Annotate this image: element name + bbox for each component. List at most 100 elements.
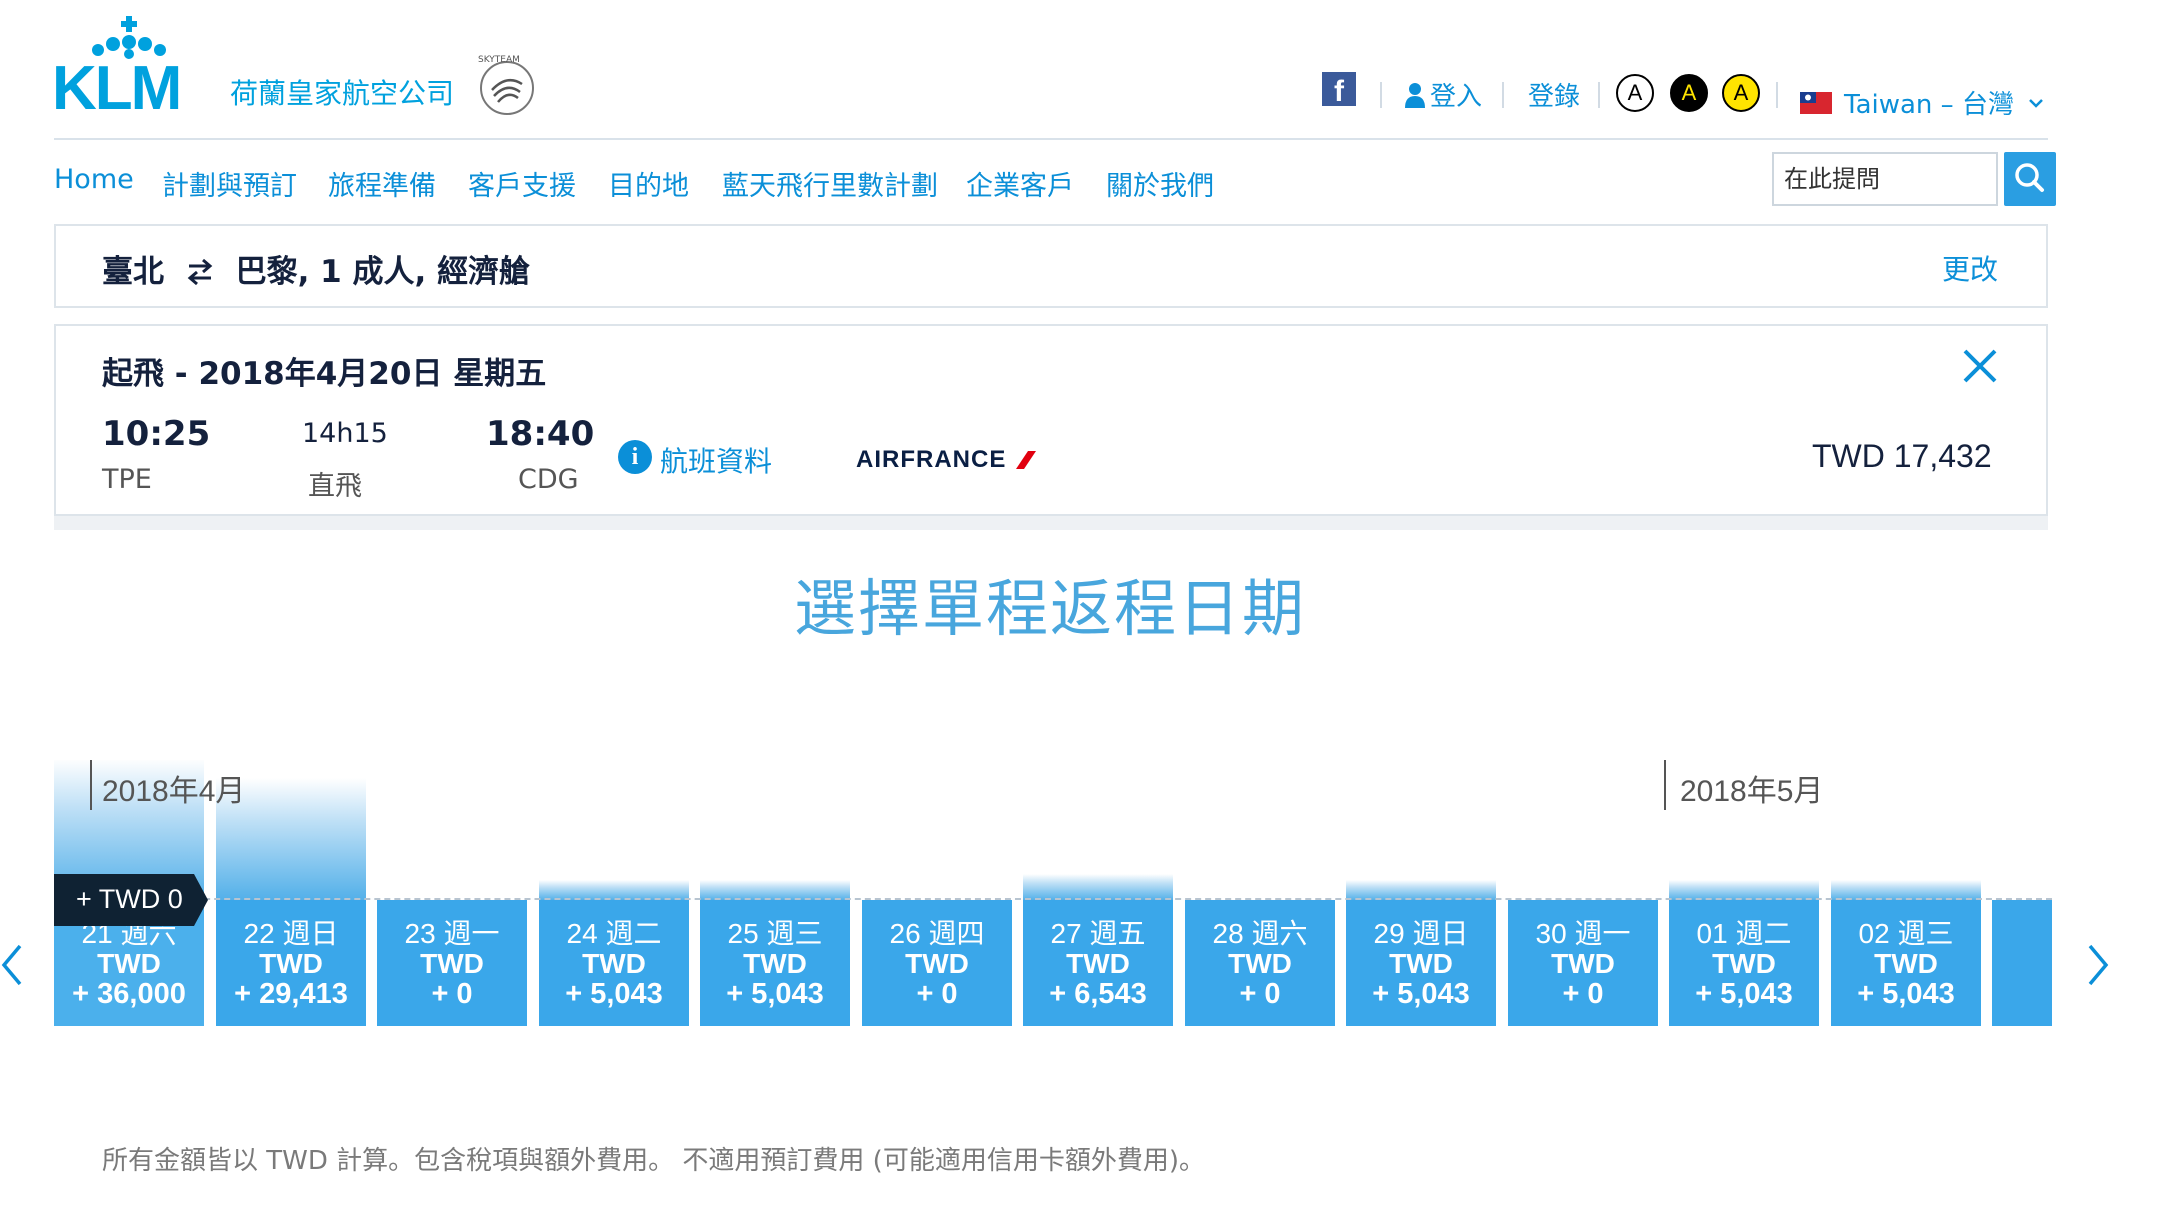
date-column[interactable]: 27 週五 TWD + 6,543 (1023, 760, 1173, 1028)
date-cell[interactable]: 23 週一 TWD + 0 (377, 900, 527, 1026)
nav-item-support[interactable]: 客戶支援 (468, 164, 576, 203)
skyteam-logo-icon: SKYTEAM (478, 55, 534, 115)
nav-item-plan-book[interactable]: 計劃與預訂 (162, 164, 297, 203)
date-column[interactable]: 28 週六 TWD + 0 (1185, 760, 1335, 1028)
date-cell[interactable]: 02 週三 TWD + 5,043 (1831, 900, 1981, 1026)
nav-item-home[interactable]: Home (54, 164, 134, 195)
flight-duration: 14h15 (302, 418, 388, 449)
flight-title: 起飛 - 2018年4月20日 星期五 (102, 356, 547, 392)
price-bar (1831, 880, 1981, 900)
date-cell-day: 25 週三 (727, 918, 823, 949)
price-bar (1346, 880, 1496, 900)
airfrance-stripe-icon (1016, 451, 1036, 469)
month-marker-line (1664, 760, 1666, 810)
header-separator (1776, 82, 1778, 108)
accessibility-contrast-button[interactable]: A (1670, 74, 1708, 112)
date-cell-day: 29 週日 (1373, 918, 1469, 949)
date-cell-day: 30 週一 (1535, 918, 1631, 949)
date-cell-amount: + 5,043 (726, 978, 824, 1010)
nav-item-about[interactable]: 關於我們 (1106, 164, 1214, 203)
date-cell[interactable]: 03 (1992, 900, 2052, 1026)
date-cell-currency: TWD (97, 948, 161, 979)
selected-price-tag-label: + TWD 0 (76, 884, 183, 914)
date-column[interactable]: 03 (1992, 760, 2052, 1028)
flight-details-link[interactable]: 航班資料 (660, 440, 772, 480)
klm-logo-subtitle: 荷蘭皇家航空公司 (230, 77, 455, 110)
date-cell-currency: TWD (1712, 948, 1776, 979)
depart-airport: TPE (102, 464, 152, 495)
info-icon[interactable]: i (618, 440, 652, 474)
date-column[interactable]: 29 週日 TWD + 5,043 (1346, 760, 1496, 1028)
date-cell-day: 24 週二 (566, 918, 662, 949)
login-label: 登入 (1430, 82, 1483, 112)
nav-item-corporate[interactable]: 企業客戶 (966, 164, 1074, 203)
date-cell-currency: TWD (743, 948, 807, 979)
search-button[interactable] (2004, 152, 2056, 206)
date-cell-amount: + 5,043 (1857, 978, 1955, 1010)
header-separator (1502, 82, 1504, 108)
date-cell-amount: + 29,413 (234, 978, 348, 1010)
date-cell-currency: TWD (1228, 948, 1292, 979)
date-cell-amount: + 0 (916, 978, 958, 1010)
airline-name: AIRFRANCE (856, 446, 1007, 473)
date-cell-day: 22 週日 (243, 918, 339, 949)
date-cell[interactable]: 26 週四 TWD + 0 (862, 900, 1012, 1026)
date-cell-day: 27 週五 (1050, 918, 1146, 949)
month-marker-line (90, 760, 92, 810)
nav-item-prepare[interactable]: 旅程準備 (328, 164, 436, 203)
date-cell-currency: TWD (259, 948, 323, 979)
chevron-left-icon[interactable] (0, 940, 30, 990)
header-separator (1598, 82, 1600, 108)
date-column[interactable]: 02 週三 TWD + 5,043 (1831, 760, 1981, 1028)
user-icon (1405, 82, 1425, 108)
date-cell[interactable]: 01 週二 TWD + 5,043 (1669, 900, 1819, 1026)
date-cell-day: 28 週六 (1212, 918, 1308, 949)
date-cell-day: 26 週四 (889, 918, 985, 949)
register-link[interactable]: 登錄 (1528, 76, 1580, 113)
date-cell[interactable]: 30 週一 TWD + 0 (1508, 900, 1658, 1026)
facebook-icon[interactable]: f (1322, 72, 1356, 108)
flight-price: TWD 17,432 (1812, 438, 1992, 474)
date-cell[interactable]: 22 週日 TWD + 29,413 (216, 900, 366, 1026)
date-column[interactable]: 24 週二 TWD + 5,043 (539, 760, 689, 1028)
header-divider (54, 138, 2048, 140)
nav-item-flying-blue[interactable]: 藍天飛行里數計劃 (722, 164, 938, 203)
price-bar (700, 880, 850, 900)
date-cell-amount: + 0 (1562, 978, 1604, 1010)
route-destination: 巴黎, 1 成人, 經濟艙 (235, 254, 531, 290)
price-bar (1669, 880, 1819, 900)
date-cell-currency: TWD (905, 948, 969, 979)
close-icon[interactable] (1960, 346, 2000, 386)
date-column[interactable]: 23 週一 TWD + 0 (377, 760, 527, 1028)
login-link[interactable]: 登入 (1404, 76, 1482, 113)
date-cell-amount: + 0 (1239, 978, 1281, 1010)
nav-item-destinations[interactable]: 目的地 (608, 164, 689, 203)
date-cell-day: 01 週二 (1696, 918, 1792, 949)
change-search-link[interactable]: 更改 (1942, 248, 1998, 288)
price-footnote: 所有金額皆以 TWD 計算。包含稅項與額外費用。 不適用預訂費用 (可能適用信用… (102, 1146, 1205, 1176)
klm-logo[interactable]: KLM (52, 58, 182, 120)
country-label: Taiwan – 台灣 (1844, 90, 2014, 120)
date-cell[interactable]: 24 週二 TWD + 5,043 (539, 900, 689, 1026)
date-cell[interactable]: 28 週六 TWD + 0 (1185, 900, 1335, 1026)
date-cell-day: 03 (1992, 912, 2052, 944)
taiwan-flag-icon (1800, 91, 1832, 114)
month-label-may: 2018年5月 (1680, 775, 1824, 808)
price-bar (1023, 874, 1173, 900)
date-cell[interactable]: 29 週日 TWD + 5,043 (1346, 900, 1496, 1026)
search-icon (2015, 163, 2044, 192)
accessibility-normal-button[interactable]: A (1616, 74, 1654, 112)
accessibility-yellow-button[interactable]: A (1722, 74, 1760, 112)
date-column[interactable]: 25 週三 TWD + 5,043 (700, 760, 850, 1028)
date-column[interactable]: 30 週一 TWD + 0 (1508, 760, 1658, 1028)
date-cell-day: 02 週三 (1858, 918, 1954, 949)
flight-card-shadow (54, 516, 2048, 530)
search-input[interactable]: 在此提問 (1772, 152, 1998, 206)
country-selector[interactable]: Taiwan – 台灣 (1800, 84, 2044, 121)
chevron-right-icon[interactable] (2082, 940, 2112, 990)
date-cell[interactable]: 25 週三 TWD + 5,043 (700, 900, 850, 1026)
date-cell[interactable]: 27 週五 TWD + 6,543 (1023, 900, 1173, 1026)
route-origin: 臺北 (102, 254, 164, 290)
date-cell-amount: + 5,043 (565, 978, 663, 1010)
date-column[interactable]: 26 週四 TWD + 0 (862, 760, 1012, 1028)
